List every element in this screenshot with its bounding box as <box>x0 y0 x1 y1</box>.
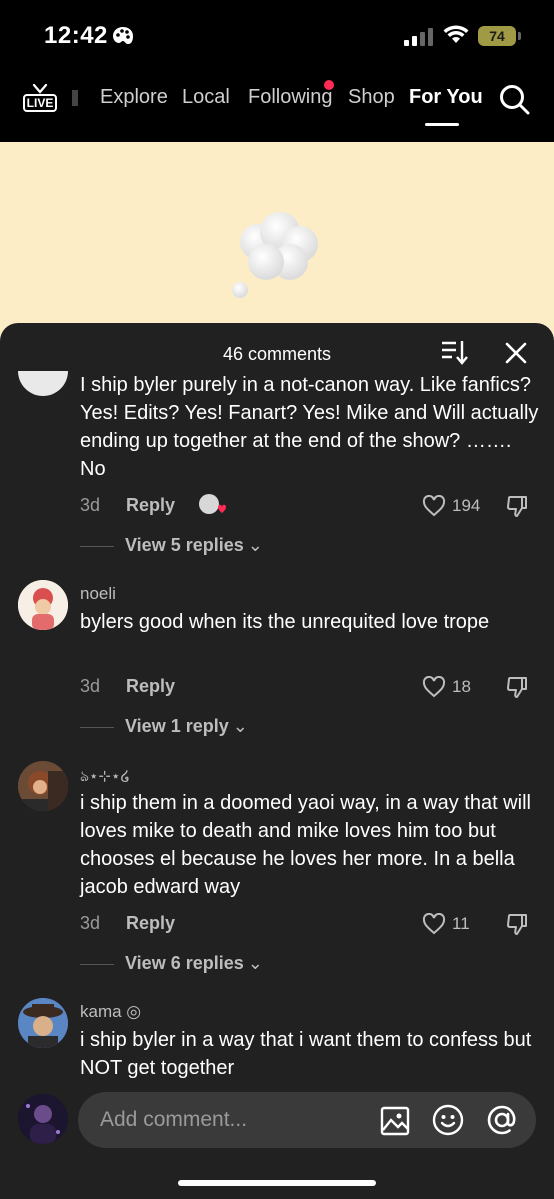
comment-text: i ship byler in a way that i want them t… <box>80 1029 532 1079</box>
comment-composer <box>0 1080 554 1199</box>
reply-button[interactable]: Reply <box>126 913 175 934</box>
palette-icon <box>113 27 133 44</box>
avatar-image <box>18 1094 68 1144</box>
heart-icon[interactable] <box>422 495 446 517</box>
home-indicator <box>178 1180 376 1186</box>
wifi-icon <box>443 25 469 43</box>
comment-username[interactable]: ঌ⋆⊹⋆໒ <box>80 765 130 790</box>
active-tab-indicator <box>425 123 459 126</box>
live-button[interactable]: LIVE <box>22 82 58 116</box>
comment-count: 46 comments <box>222 344 332 364</box>
chevron-down-icon: ⌄ <box>232 716 248 736</box>
avatar[interactable] <box>18 580 68 630</box>
live-label: LIVE <box>23 94 57 112</box>
replies-divider <box>80 964 114 965</box>
comment-text: bylers good when its the unrequited love… <box>80 611 490 633</box>
my-avatar[interactable] <box>18 1094 68 1144</box>
dislike-icon[interactable] <box>506 675 530 699</box>
following-notification-dot <box>324 80 334 90</box>
heart-icon[interactable] <box>422 676 446 698</box>
nav-explore[interactable]: Explore <box>100 86 168 109</box>
comment-username[interactable]: noeli <box>80 584 116 604</box>
avatar-image <box>18 998 68 1048</box>
status-time: 12:42 <box>44 22 108 49</box>
nav-shop[interactable]: Shop <box>348 86 395 109</box>
nav-for-you[interactable]: For You <box>409 86 483 109</box>
comment-text: i ship them in a doomed yaoi way, in a w… <box>80 792 531 898</box>
cell-signal-icon <box>404 28 433 46</box>
reply-button[interactable]: Reply <box>126 676 175 697</box>
search-icon[interactable] <box>498 83 530 115</box>
comment-input[interactable] <box>100 1092 370 1148</box>
emoji-icon[interactable] <box>432 1104 464 1136</box>
comment-age: 3d <box>80 676 101 696</box>
close-icon[interactable] <box>504 341 528 365</box>
like-count: 18 <box>452 677 471 696</box>
nav-local[interactable]: Local <box>182 86 230 109</box>
replies-divider <box>80 727 114 728</box>
tv-antenna-icon <box>32 84 48 94</box>
avatar[interactable] <box>18 761 68 811</box>
comment-input-container[interactable] <box>78 1092 536 1148</box>
top-navigation: LIVE Explore Local Following Shop For Yo… <box>0 66 554 142</box>
avatar[interactable] <box>18 998 68 1048</box>
avatar-image <box>18 761 68 811</box>
sort-icon[interactable] <box>440 339 468 365</box>
comments-sheet: 46 comments I ship byler purely in a not… <box>0 323 554 1199</box>
dislike-icon[interactable] <box>506 494 530 518</box>
reply-button[interactable]: Reply <box>126 495 175 516</box>
view-replies-button[interactable]: View 5 replies ⌄ <box>125 535 263 556</box>
chevron-down-icon: ⌄ <box>247 953 263 973</box>
view-replies-label: View 1 reply <box>125 716 229 736</box>
thought-cloud-emoji <box>232 212 318 298</box>
view-replies-label: View 5 replies <box>125 535 244 555</box>
comment-age: 3d <box>80 495 101 515</box>
view-replies-button[interactable]: View 6 replies ⌄ <box>125 953 263 974</box>
comment-age: 3d <box>80 913 101 933</box>
comment-username[interactable]: kama ◎ <box>80 1002 141 1022</box>
view-replies-button[interactable]: View 1 reply ⌄ <box>125 716 248 737</box>
battery-indicator: 74 <box>478 26 516 46</box>
mention-icon[interactable] <box>486 1104 518 1136</box>
comment-text: I ship byler purely in a not-canon way. … <box>80 374 539 480</box>
chevron-down-icon: ⌄ <box>247 535 263 555</box>
view-replies-label: View 6 replies <box>125 953 244 973</box>
status-bar: 12:42 74 <box>0 0 554 66</box>
nav-following[interactable]: Following <box>248 86 332 109</box>
replies-divider <box>80 546 114 547</box>
like-count: 11 <box>452 914 470 933</box>
like-count: 194 <box>452 496 481 515</box>
heart-icon[interactable] <box>422 913 446 935</box>
dislike-icon[interactable] <box>506 912 530 936</box>
avatar[interactable] <box>18 371 68 396</box>
battery-tip <box>518 32 521 40</box>
nav-scroll-fade <box>72 90 78 106</box>
image-icon[interactable] <box>380 1106 410 1136</box>
creator-liked-icon <box>199 494 226 514</box>
comment-list: I ship byler purely in a not-canon way. … <box>0 371 554 1079</box>
avatar-image <box>18 580 68 630</box>
video-preview[interactable] <box>0 142 554 342</box>
